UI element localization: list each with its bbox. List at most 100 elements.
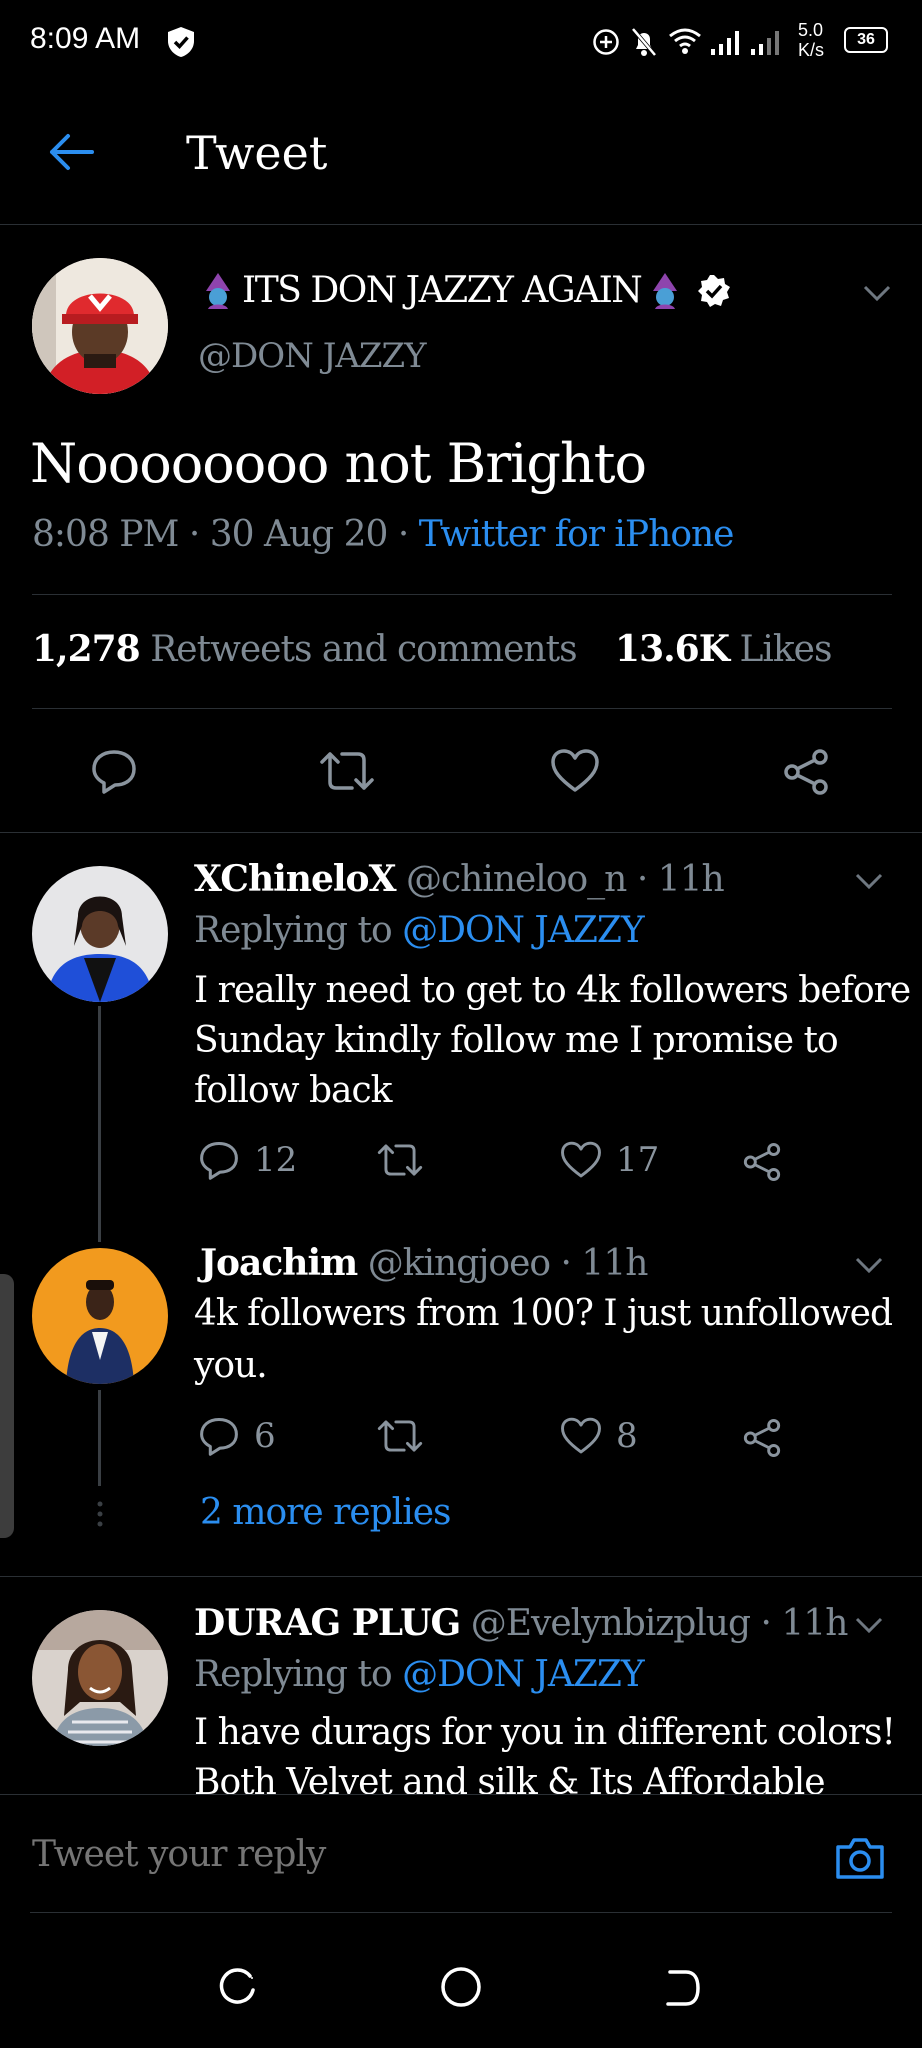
retweets-count: 1,278 [32, 628, 141, 670]
share-button[interactable] [742, 1142, 782, 1182]
reply-avatar[interactable] [32, 1248, 168, 1384]
reply-text: I have durags for you in different color… [194, 1708, 895, 1794]
meta-separator: · [760, 1603, 771, 1644]
reply-comment-button[interactable]: 6 [198, 1416, 276, 1456]
reply-header: DURAG PLUG @Evelynbizplug · 11h [194, 1602, 848, 1644]
replying-to-line: Replying to @DON JAZZY [194, 910, 645, 951]
reply-avatar[interactable] [32, 866, 168, 1002]
reply-comment-button[interactable]: 12 [198, 1140, 297, 1180]
thread-line [98, 1390, 101, 1486]
reply-input[interactable] [30, 1825, 794, 1883]
retweets-label: Retweets and comments [150, 629, 577, 670]
data-saver-icon [592, 28, 620, 56]
reply-time: 11h [581, 1243, 648, 1284]
main-tweet-handle: @DON JAZZY [198, 336, 427, 376]
meta-separator: · [188, 514, 210, 555]
verified-badge-icon [697, 274, 731, 308]
status-bar: 8:09 AM 5.0 K/s 36 [0, 0, 922, 84]
share-icon [743, 1143, 781, 1181]
thread-dots [96, 1500, 104, 1530]
replying-to-handle[interactable]: @DON JAZZY [402, 910, 645, 951]
main-tweet-text: Noooooooo not Brighto [30, 432, 647, 495]
like-heart-icon [561, 1141, 601, 1178]
signal-icon-2 [750, 28, 786, 56]
main-tweet-display-name: ITS DON JAZZY AGAIN [242, 270, 643, 311]
share-icon[interactable] [782, 748, 830, 796]
tweet-time: 8:08 PM [32, 514, 179, 555]
tweet-source[interactable]: Twitter for iPhone [419, 514, 735, 555]
main-tweet-avatar[interactable] [32, 258, 168, 394]
reply-display-name[interactable]: Joachim [200, 1242, 358, 1284]
reply-text: 4k followers from 100? I just unfollowed… [194, 1288, 893, 1392]
tweet-stats: 1,278 Retweets and comments 13.6K Likes [32, 628, 832, 670]
retweet-button[interactable] [376, 1142, 424, 1178]
mage-emoji-icon [645, 271, 685, 311]
reply-text-line: you. [194, 1345, 268, 1386]
like-button[interactable]: 8 [560, 1416, 638, 1456]
reply-handle: @kingjoeo [367, 1243, 551, 1284]
edge-panel-handle[interactable] [0, 1274, 14, 1538]
likes-label: Likes [739, 629, 832, 670]
reply-display-name[interactable]: XChineloX [194, 858, 396, 900]
reply-text-line: Sunday kindly follow me I promise to [194, 1020, 839, 1061]
chevron-down-icon[interactable] [854, 1256, 884, 1274]
reply-icon[interactable] [90, 748, 138, 794]
like-button[interactable]: 17 [560, 1140, 659, 1180]
reply-icon [200, 1141, 238, 1180]
share-icon [743, 1419, 781, 1457]
chevron-down-icon[interactable] [862, 284, 892, 302]
retweet-icon [377, 1420, 423, 1452]
thread-divider [0, 1576, 922, 1577]
reply-text-line: I really need to get to 4k followers bef… [194, 970, 911, 1011]
reply-text-line: 4k followers from 100? I just unfollowed [194, 1293, 893, 1334]
likes-count: 13.6K [615, 628, 730, 670]
main-tweet-meta: 8:08 PM · 30 Aug 20 · Twitter for iPhone [32, 514, 735, 555]
chevron-down-icon[interactable] [854, 1616, 884, 1634]
retweets-link[interactable]: 1,278 Retweets and comments [32, 628, 587, 670]
reply-display-name[interactable]: DURAG PLUG [194, 1602, 461, 1644]
mage-emoji-icon [198, 271, 238, 311]
like-count: 8 [616, 1416, 638, 1456]
reply-text-line: I have durags for you in different color… [194, 1712, 895, 1753]
main-tweet-author[interactable]: ITS DON JAZZY AGAIN [198, 270, 731, 311]
chevron-down-icon[interactable] [854, 872, 884, 890]
likes-link[interactable]: 13.6K Likes [615, 628, 832, 670]
composer-divider [30, 1912, 892, 1913]
meta-separator: · [636, 859, 648, 900]
reply-time: 11h [781, 1603, 848, 1644]
recent-apps-icon[interactable] [216, 1966, 260, 2010]
retweet-icon[interactable] [318, 750, 376, 792]
like-heart-icon[interactable] [550, 748, 600, 794]
reply-handle: @Evelynbizplug [470, 1603, 751, 1644]
like-count: 17 [616, 1140, 660, 1180]
camera-icon[interactable] [834, 1835, 886, 1881]
back-arrow-icon[interactable] [46, 132, 96, 172]
reply-handle: @chineloo_n [405, 859, 627, 900]
comment-count: 12 [254, 1140, 298, 1180]
replying-to-line: Replying to @DON JAZZY [194, 1654, 645, 1695]
meta-separator: · [560, 1243, 572, 1284]
reply-header: Joachim @kingjoeo · 11h [200, 1242, 648, 1284]
home-icon[interactable] [438, 1964, 484, 2010]
signal-icon-1 [710, 28, 746, 56]
replying-to-label: Replying to [194, 1654, 393, 1695]
network-speed-bottom: K/s [798, 40, 825, 60]
like-heart-icon [561, 1417, 601, 1454]
network-speed-top: 5.0 [798, 20, 824, 40]
reply-text-line: Both Velvet and silk & Its Affordable [194, 1762, 826, 1794]
reply-icon [200, 1417, 238, 1456]
reply-composer [0, 1794, 922, 1915]
reply-header: XChineloX @chineloo_n · 11h [194, 858, 725, 900]
share-button[interactable] [742, 1418, 782, 1458]
more-replies-link[interactable]: 2 more replies [200, 1492, 451, 1533]
back-icon[interactable] [660, 1966, 704, 2010]
thread-line [98, 1006, 101, 1242]
reply-text-line: follow back [194, 1070, 392, 1111]
replying-to-label: Replying to [194, 910, 393, 951]
retweet-icon [377, 1144, 423, 1176]
mute-bell-icon [630, 26, 658, 58]
wifi-icon [668, 26, 702, 56]
reply-avatar[interactable] [32, 1610, 168, 1746]
retweet-button[interactable] [376, 1418, 424, 1454]
replying-to-handle[interactable]: @DON JAZZY [402, 1654, 645, 1695]
